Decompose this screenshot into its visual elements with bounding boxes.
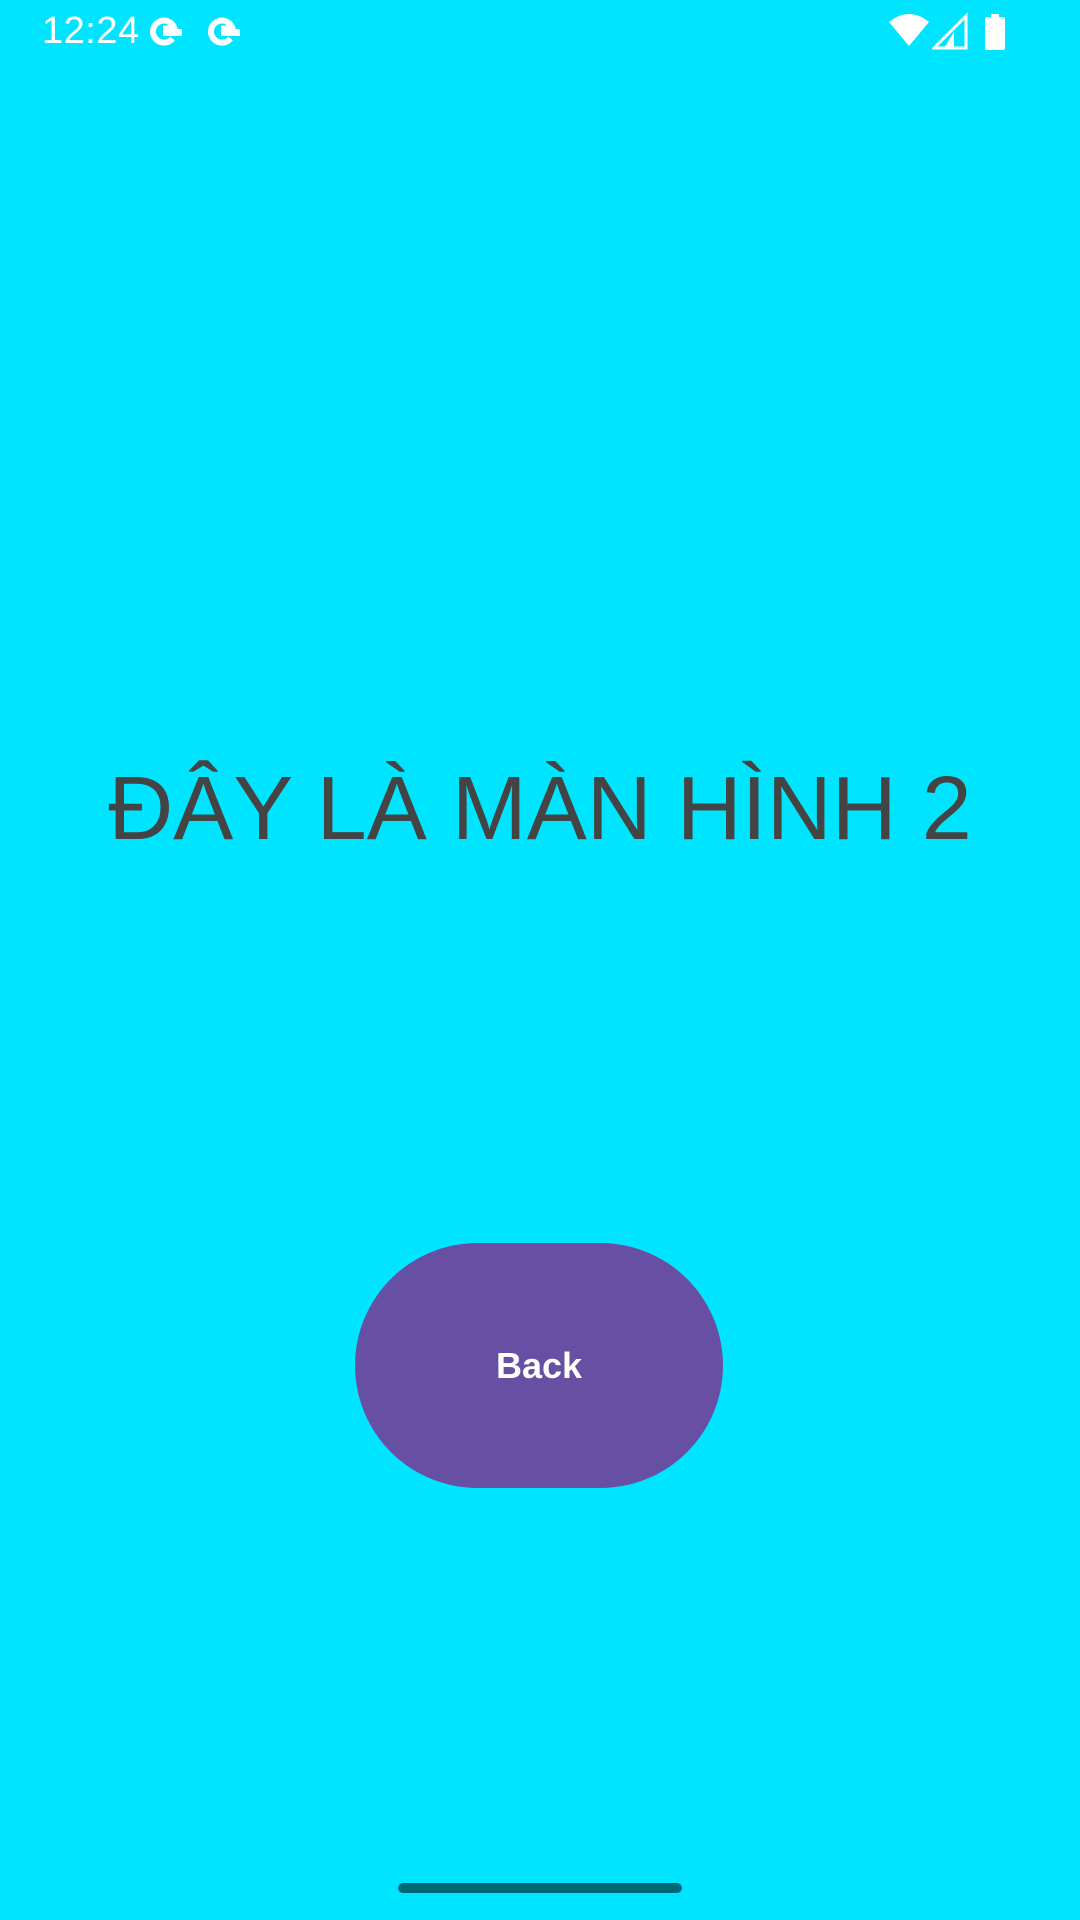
page-title: ĐÂY LÀ MÀN HÌNH 2: [108, 759, 972, 859]
google-icon: [149, 17, 182, 46]
google-icon: [207, 17, 240, 46]
home-indicator[interactable]: [398, 1883, 682, 1893]
battery-icon: [985, 14, 1005, 50]
status-bar: 12:24: [0, 0, 1080, 64]
cellular-signal-icon: [932, 12, 968, 50]
wifi-icon: [889, 14, 929, 46]
status-time: 12:24: [42, 10, 140, 52]
back-button[interactable]: Back: [355, 1243, 723, 1488]
